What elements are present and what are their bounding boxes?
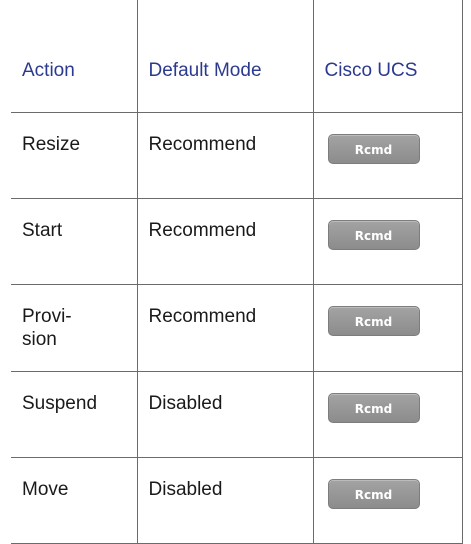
default-mode-cell: Recommend [136, 197, 314, 285]
rcmd-button[interactable]: Rcmd [327, 219, 420, 250]
action-cell: Move [11, 456, 138, 544]
table-row: Resize Recommend Rcmd [11, 111, 463, 199]
cisco-ucs-cell: Rcmd [312, 283, 463, 372]
cisco-ucs-cell: Rcmd [312, 370, 463, 458]
action-modes-table: Action Default Mode Cisco UCS Resize Rec… [11, 0, 463, 544]
action-cell: Suspend [11, 370, 138, 458]
table-row: Provi- sion Recommend Rcmd [11, 283, 463, 372]
action-cell: Resize [11, 111, 138, 199]
default-mode-cell: Disabled [136, 456, 314, 544]
rcmd-button[interactable]: Rcmd [327, 392, 420, 423]
header-cisco-ucs: Cisco UCS [312, 0, 463, 113]
cisco-ucs-cell: Rcmd [312, 456, 463, 544]
header-default-mode: Default Mode [136, 0, 314, 113]
default-mode-cell: Disabled [136, 370, 314, 458]
default-mode-cell: Recommend [136, 283, 314, 372]
rcmd-button[interactable]: Rcmd [327, 133, 420, 164]
cisco-ucs-cell: Rcmd [312, 197, 463, 285]
table-row: Suspend Disabled Rcmd [11, 370, 463, 458]
table-row: Start Recommend Rcmd [11, 197, 463, 285]
rcmd-button[interactable]: Rcmd [327, 305, 420, 336]
default-mode-cell: Recommend [136, 111, 314, 199]
table-row: Move Disabled Rcmd [11, 456, 463, 544]
table-header-row: Action Default Mode Cisco UCS [11, 0, 463, 113]
cisco-ucs-cell: Rcmd [312, 111, 463, 199]
header-action: Action [11, 0, 138, 113]
action-cell: Provi- sion [11, 283, 138, 372]
rcmd-button[interactable]: Rcmd [327, 478, 420, 509]
action-cell: Start [11, 197, 138, 285]
